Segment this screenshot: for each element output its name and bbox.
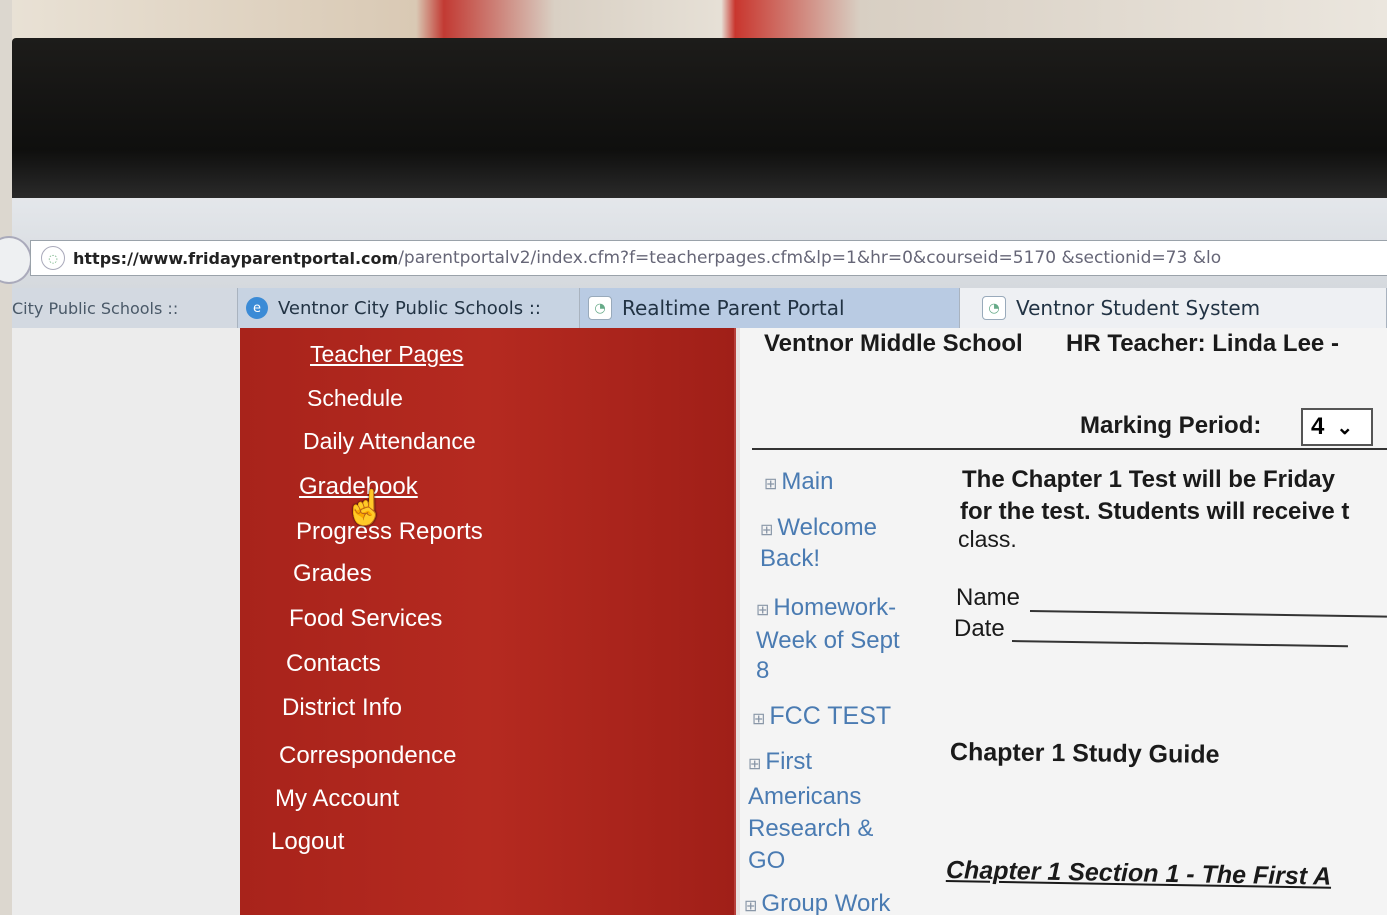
study-guide-title: Chapter 1 Study Guide <box>949 738 1220 769</box>
monitor-bezel <box>12 38 1387 198</box>
background-edge <box>0 0 12 915</box>
name-line <box>1029 610 1387 618</box>
chevron-down-icon: ⌄ <box>1336 416 1354 439</box>
tab-label: Ventnor City Public Schools :: <box>278 297 541 319</box>
page-link-homework[interactable]: ⊞ Homework- Week of Sept 8 <box>756 593 900 686</box>
nav-item-daily-attendance[interactable]: Daily Attendance <box>303 428 476 455</box>
announcement-line: for the test. Students will receive t <box>960 498 1350 525</box>
tab-city-public-schools[interactable]: City Public Schools :: <box>12 288 238 328</box>
nav-item-schedule[interactable]: Schedule <box>307 385 403 412</box>
date-line <box>1011 640 1348 648</box>
tab-realtime-parent-portal[interactable]: ◔ Realtime Parent Portal <box>580 288 960 328</box>
school-name: Ventnor Middle School <box>764 330 1023 357</box>
expand-icon: ⊞ <box>752 711 766 728</box>
page-link-main[interactable]: ⊞ Main <box>764 468 833 496</box>
expand-icon: ⊞ <box>744 898 758 915</box>
expand-icon: ⊞ <box>764 476 778 493</box>
page-link-label: Main <box>781 468 834 495</box>
expand-icon: ⊞ <box>760 522 774 539</box>
page-link-label: Back! <box>760 545 821 572</box>
name-label: Name <box>956 584 1021 611</box>
address-bar[interactable]: ◌ https://www. fridayparentportal.com /p… <box>30 240 1387 276</box>
nav-item-progress-reports[interactable]: Progress Reports <box>296 518 483 546</box>
nav-item-logout[interactable]: Logout <box>271 828 344 856</box>
nav-item-my-account[interactable]: My Account <box>275 785 399 813</box>
page-link-label: FCC TEST <box>769 702 892 730</box>
page-link-fcc-test[interactable]: ⊞ FCC TEST <box>752 702 891 731</box>
marking-period-label: Marking Period: <box>1080 412 1262 439</box>
page-link-label: Week of Sept <box>756 627 900 654</box>
page-link-label: GO <box>748 847 786 874</box>
header-rule <box>752 448 1387 450</box>
tab-bar: City Public Schools :: e Ventnor City Pu… <box>12 288 1387 328</box>
announcement-line: The Chapter 1 Test will be Friday <box>962 466 1335 493</box>
teacher-name: HR Teacher: Linda Lee - <box>1066 330 1339 357</box>
loading-icon: ◔ <box>982 296 1006 320</box>
nav-item-teacher-pages[interactable]: Teacher Pages <box>310 341 463 368</box>
tab-ventnor-city-public-schools[interactable]: e Ventnor City Public Schools :: <box>238 288 580 328</box>
page-link-first-americans[interactable]: ⊞ First Americans Research & GO <box>748 746 873 877</box>
announcement-line: class. <box>958 526 1017 552</box>
page-margin <box>12 328 240 915</box>
ie-icon: e <box>246 297 268 319</box>
expand-icon: ⊞ <box>756 602 770 619</box>
url-prefix: https://www. <box>73 248 189 268</box>
page-link-label: Research & <box>748 815 874 842</box>
tab-ventnor-student-system[interactable]: ◔ Ventnor Student System <box>960 288 1387 328</box>
page-link-group-work[interactable]: ⊞ Group Work <box>744 890 890 915</box>
nav-item-correspondence[interactable]: Correspondence <box>279 742 456 770</box>
page-link-label: 8 <box>756 657 770 684</box>
marking-period-value: 4 <box>1311 413 1325 440</box>
date-label: Date <box>954 615 1005 642</box>
tab-label: Realtime Parent Portal <box>622 296 845 320</box>
page-icon: ◌ <box>41 246 65 270</box>
page-link-label: Welcome <box>777 514 877 541</box>
expand-icon: ⊞ <box>748 756 762 773</box>
nav-item-grades[interactable]: Grades <box>293 560 372 588</box>
marking-period-select[interactable]: 4 ⌄ <box>1301 408 1373 446</box>
tab-label: Ventnor Student System <box>1016 296 1261 320</box>
loading-icon: ◔ <box>588 296 612 320</box>
main-content: Ventnor Middle School HR Teacher: Linda … <box>740 328 1387 915</box>
nav-item-district-info[interactable]: District Info <box>282 694 402 722</box>
nav-item-contacts[interactable]: Contacts <box>286 650 381 678</box>
page-link-welcome-back[interactable]: ⊞ Welcome Back! <box>760 514 877 573</box>
nav-item-food-services[interactable]: Food Services <box>289 605 442 633</box>
page-link-label: First <box>765 748 813 775</box>
url-host: fridayparentportal.com <box>188 248 399 268</box>
tab-label: City Public Schools :: <box>12 298 179 318</box>
section-title[interactable]: Chapter 1 Section 1 - The First A <box>946 856 1332 892</box>
url-path: /parentportalv2/index.cfm?f=teacherpages… <box>398 248 1222 268</box>
page-link-label: Americans <box>748 783 862 810</box>
page-link-label: Group Work <box>761 890 891 915</box>
hand-cursor-icon: ☝ <box>344 489 387 527</box>
page-link-label: Homework- <box>773 594 897 621</box>
